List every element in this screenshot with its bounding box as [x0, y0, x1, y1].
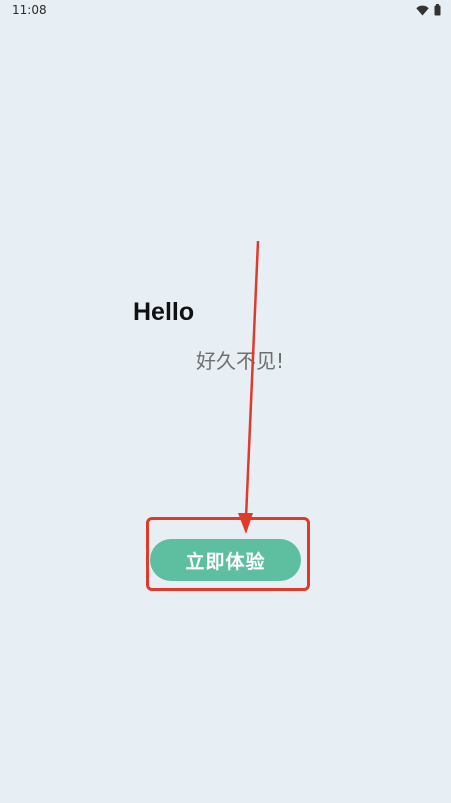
welcome-subtitle: 好久不见! [196, 349, 285, 373]
status-icons [416, 4, 441, 16]
battery-icon [434, 4, 441, 16]
start-experience-button[interactable]: 立即体验 [150, 539, 301, 581]
status-bar: 11:08 [0, 0, 451, 22]
wifi-icon [416, 5, 429, 15]
annotation-arrow [238, 240, 260, 534]
status-time: 11:08 [12, 3, 47, 17]
page-title: Hello [133, 298, 195, 326]
